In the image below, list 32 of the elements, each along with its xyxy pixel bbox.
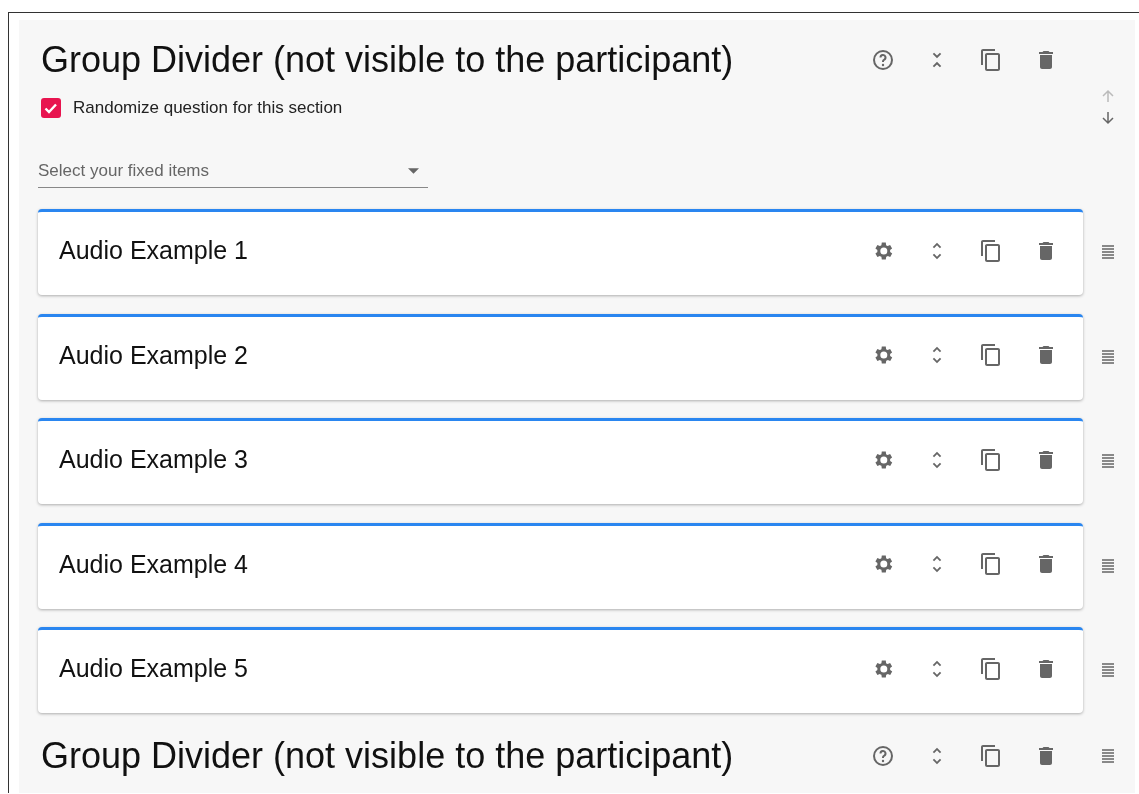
- drag-handle-icon[interactable]: [1102, 349, 1114, 364]
- drag-handle-icon[interactable]: [1102, 663, 1114, 677]
- question-card[interactable]: Audio Example 2: [38, 313, 1083, 400]
- question-title: Audio Example 5: [59, 654, 249, 683]
- copy-icon[interactable]: [979, 238, 1003, 263]
- group-title: Group Divider (not visible to the participant): [41, 39, 735, 81]
- question-card[interactable]: Audio Example 3: [38, 418, 1083, 504]
- copy-icon[interactable]: [979, 552, 1003, 576]
- help-icon[interactable]: [871, 743, 895, 768]
- copy-icon[interactable]: [979, 743, 1003, 768]
- drag-handle-icon[interactable]: [1102, 748, 1114, 763]
- copy-icon[interactable]: [979, 343, 1003, 367]
- help-icon[interactable]: [871, 48, 895, 72]
- dropdown-caret-icon: [408, 168, 419, 174]
- copy-icon[interactable]: [979, 656, 1003, 681]
- checkbox[interactable]: [41, 98, 61, 118]
- copy-icon[interactable]: [979, 48, 1003, 72]
- drag-handle-icon[interactable]: [1102, 558, 1114, 573]
- drag-handle-icon[interactable]: [1102, 245, 1114, 259]
- checkbox-label: Randomize question for this section: [73, 98, 343, 118]
- copy-icon[interactable]: [979, 447, 1003, 472]
- question-title: Audio Example 4: [59, 549, 249, 579]
- question-card[interactable]: Audio Example 1: [38, 209, 1083, 295]
- question-card[interactable]: Audio Example 5: [38, 627, 1083, 713]
- fixed-items-select[interactable]: Select your fixed items: [38, 154, 428, 188]
- question-card[interactable]: Audio Example 4: [38, 522, 1083, 609]
- question-title: Audio Example 3: [59, 445, 249, 474]
- question-title: Audio Example 1: [59, 236, 249, 265]
- drag-handle-icon[interactable]: [1102, 454, 1114, 468]
- group-title: Group Divider (not visible to the participant): [41, 734, 735, 777]
- question-title: Audio Example 2: [59, 340, 249, 370]
- move-down-arrow-icon[interactable]: [1100, 110, 1116, 126]
